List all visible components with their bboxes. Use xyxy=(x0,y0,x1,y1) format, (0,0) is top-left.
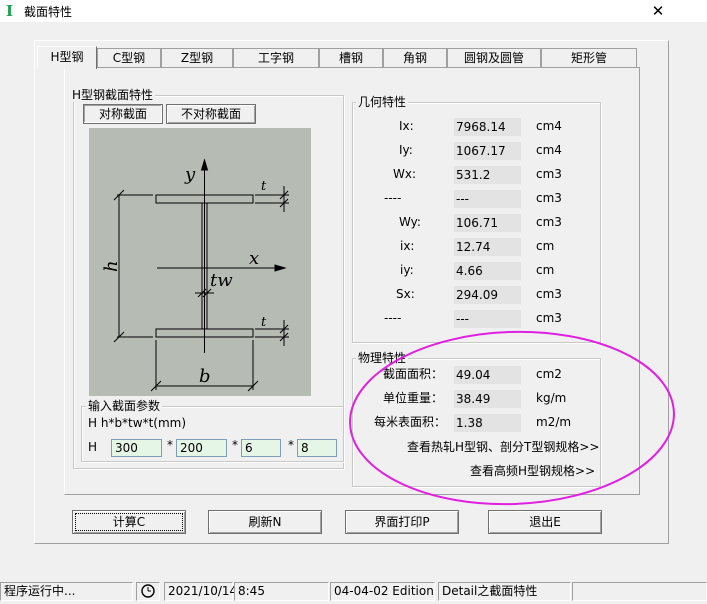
geom-value: 12.74 xyxy=(454,238,521,256)
times-sign: * xyxy=(288,438,294,452)
times-sign: * xyxy=(232,438,238,452)
t-thickness-input[interactable]: 8 xyxy=(297,439,337,457)
geom-value: 1067.17 xyxy=(454,142,521,160)
label-t-bottom: t xyxy=(261,315,267,330)
geom-value: 106.71 xyxy=(454,214,521,232)
asymmetric-section-button[interactable]: 不对称截面 xyxy=(166,104,256,124)
geom-value: 7968.14 xyxy=(454,118,521,136)
phys-unit-area: cm2 xyxy=(536,367,562,381)
phys-value-area: 49.04 xyxy=(454,366,521,384)
tab-channel[interactable]: 槽钢 xyxy=(319,48,383,67)
phys-label-area: 截面面积： xyxy=(383,367,444,381)
refresh-button[interactable]: 刷新N xyxy=(208,510,322,534)
geom-unit: cm3 xyxy=(536,215,562,229)
h-section-diagram: y x h b tw t t xyxy=(89,128,311,396)
geom-label: ---- xyxy=(384,311,402,325)
tab-z-steel[interactable]: Z型钢 xyxy=(161,48,233,67)
label-t-top: t xyxy=(261,179,267,194)
geom-value: --- xyxy=(454,190,521,208)
geom-value: 4.66 xyxy=(454,262,521,280)
status-edition: 04-04-02 Edition xyxy=(330,582,435,601)
tab-c-steel[interactable]: C型钢 xyxy=(97,48,161,67)
geom-unit: cm3 xyxy=(536,167,562,181)
geom-unit: cm4 xyxy=(536,143,562,157)
calculate-button[interactable]: 计算C xyxy=(72,510,186,534)
label-x-axis: x xyxy=(249,248,259,269)
phys-unit-surface: m2/m xyxy=(536,415,572,429)
geom-value: --- xyxy=(454,310,521,328)
geom-unit: cm xyxy=(536,239,555,253)
phys-value-weight: 38.49 xyxy=(454,390,521,408)
phys-label-surface: 每米表面积： xyxy=(374,415,447,429)
label-b: b xyxy=(199,366,211,387)
geom-unit: cm3 xyxy=(536,287,562,301)
geom-label: Wx: xyxy=(393,167,417,181)
geom-unit: cm3 xyxy=(536,311,562,325)
tw-thickness-input[interactable]: 6 xyxy=(241,439,281,457)
input-group-title: 输入截面参数 xyxy=(86,399,163,413)
label-y-axis: y xyxy=(184,164,196,185)
label-tw: tw xyxy=(210,270,233,291)
geom-unit: cm4 xyxy=(536,119,562,133)
geom-unit: cm xyxy=(536,263,555,277)
geom-label: iy: xyxy=(400,263,414,277)
title-bar xyxy=(0,0,707,22)
clock-icon xyxy=(136,582,160,601)
hot-rolled-spec-link[interactable]: 查看热轧H型钢、剖分T型钢规格>> xyxy=(407,439,599,455)
geometry-group-title: 几何特性 xyxy=(356,95,409,109)
b-width-input[interactable]: 200 xyxy=(176,439,227,457)
window-title: 截面特性 xyxy=(24,5,73,19)
high-freq-spec-link[interactable]: 查看高频H型钢规格>> xyxy=(470,463,595,479)
status-module: Detail之截面特性 xyxy=(438,582,571,601)
app-icon: I xyxy=(6,2,14,20)
h-height-input[interactable]: 300 xyxy=(111,439,162,457)
exit-button[interactable]: 退出E xyxy=(488,510,602,534)
print-screen-button[interactable]: 界面打印P xyxy=(345,510,459,534)
geom-unit: cm3 xyxy=(536,191,562,205)
h-section-drawing: y x h b tw t t xyxy=(101,158,289,392)
geom-label: Ix: xyxy=(399,119,414,133)
geom-value: 294.09 xyxy=(454,286,521,304)
section-group-title: H型钢截面特性 xyxy=(70,88,156,102)
geom-label: Wy: xyxy=(399,215,421,229)
status-running: 程序运行中... xyxy=(0,582,133,601)
phys-label-weight: 单位重量： xyxy=(383,391,444,405)
geom-label: ix: xyxy=(400,239,415,253)
status-date: 2021/10/14 xyxy=(164,582,237,601)
tab-i-beam[interactable]: 工字钢 xyxy=(233,48,319,67)
input-format-hint: H h*b*tw*t(mm) xyxy=(88,416,187,430)
input-prefix-h: H xyxy=(88,440,98,454)
tab-round-tube[interactable]: 圆钢及圆管 xyxy=(447,48,541,67)
symmetric-section-button[interactable]: 对称截面 xyxy=(83,104,163,124)
physical-group-title: 物理特性 xyxy=(356,351,409,365)
status-empty xyxy=(572,582,707,601)
geom-label: ---- xyxy=(384,191,402,205)
geom-label: Sx: xyxy=(396,287,415,301)
times-sign: * xyxy=(167,438,173,452)
geom-label: Iy: xyxy=(399,143,413,157)
phys-value-surface: 1.38 xyxy=(454,414,521,432)
tab-rect-tube[interactable]: 矩形管 xyxy=(541,48,637,67)
label-h: h xyxy=(101,260,122,272)
tab-h-steel[interactable]: H型钢 xyxy=(37,46,97,69)
status-time: 8:45 xyxy=(234,582,329,601)
tab-angle[interactable]: 角钢 xyxy=(383,48,447,67)
close-button[interactable]: ✕ xyxy=(644,0,672,22)
phys-unit-weight: kg/m xyxy=(536,391,567,405)
geom-value: 531.2 xyxy=(454,166,521,184)
